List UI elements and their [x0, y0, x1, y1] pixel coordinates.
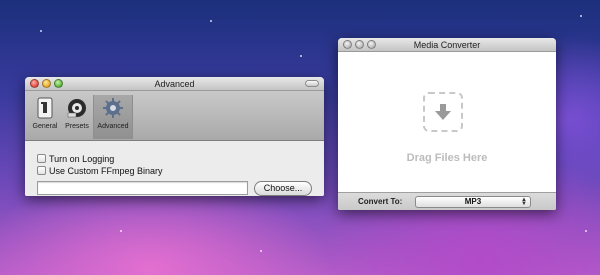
star	[580, 15, 582, 17]
close-button[interactable]	[30, 79, 39, 88]
format-select-value: MP3	[464, 197, 482, 206]
custom-ffmpeg-option[interactable]: Use Custom FFmpeg Binary	[37, 165, 324, 176]
minimize-button[interactable]	[42, 79, 51, 88]
tab-presets[interactable]: Presets	[61, 95, 93, 139]
tab-presets-label: Presets	[65, 123, 89, 130]
drop-zone[interactable]: Drag Files Here	[338, 52, 556, 192]
logging-label: Turn on Logging	[49, 153, 115, 164]
presets-icon	[66, 97, 88, 119]
zoom-button[interactable]	[367, 40, 376, 49]
advanced-preferences-window: Advanced General Presets Advanced Turn o…	[25, 77, 324, 196]
zoom-button[interactable]	[54, 79, 63, 88]
advanced-pane: Turn on Logging Use Custom FFmpeg Binary…	[25, 141, 324, 196]
convert-to-label: Convert To:	[358, 197, 403, 206]
choose-button[interactable]: Choose...	[254, 181, 312, 196]
down-arrow-icon	[423, 92, 463, 132]
window-title: Media Converter	[413, 40, 481, 50]
preferences-toolbar: General Presets Advanced	[25, 91, 324, 141]
toolbar-toggle-button[interactable]	[305, 80, 319, 87]
logging-checkbox[interactable]	[37, 154, 46, 163]
tab-general[interactable]: General	[29, 95, 61, 139]
logging-option[interactable]: Turn on Logging	[37, 153, 324, 164]
tab-general-label: General	[32, 123, 58, 130]
star	[300, 55, 302, 57]
drop-label: Drag Files Here	[406, 152, 488, 164]
tab-advanced-label: Advanced	[97, 123, 129, 130]
minimize-button[interactable]	[355, 40, 364, 49]
media-converter-titlebar[interactable]: Media Converter	[338, 38, 556, 52]
custom-ffmpeg-checkbox[interactable]	[37, 166, 46, 175]
tab-advanced[interactable]: Advanced	[93, 95, 133, 139]
window-title: Advanced	[154, 79, 195, 89]
general-icon	[34, 97, 56, 119]
media-converter-window: Media Converter Drag Files Here Convert …	[338, 38, 556, 210]
chevron-updown-icon: ▲ ▼	[521, 197, 527, 207]
ffmpeg-path-field[interactable]	[37, 181, 248, 195]
star	[585, 230, 587, 232]
window-controls	[30, 79, 63, 88]
close-button[interactable]	[343, 40, 352, 49]
star	[40, 30, 42, 32]
custom-ffmpeg-label: Use Custom FFmpeg Binary	[49, 165, 163, 176]
star	[210, 20, 212, 22]
advanced-titlebar[interactable]: Advanced	[25, 77, 324, 91]
star	[260, 250, 262, 252]
window-controls	[343, 40, 376, 49]
gear-icon	[102, 97, 124, 119]
star	[120, 230, 122, 232]
format-select[interactable]: MP3 ▲ ▼	[415, 196, 531, 208]
convert-bar: Convert To: MP3 ▲ ▼	[338, 192, 556, 210]
